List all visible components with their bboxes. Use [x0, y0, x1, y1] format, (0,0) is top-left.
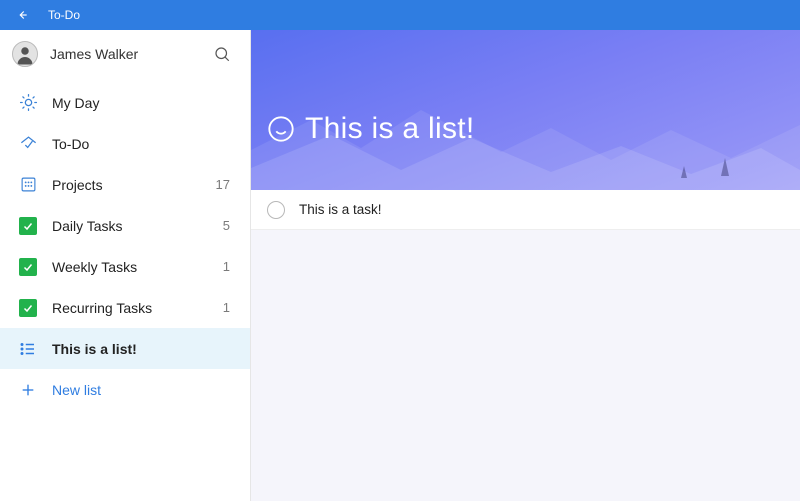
- sidebar-list: My Day To-Do Projects 17: [0, 78, 250, 410]
- sidebar-item-projects[interactable]: Projects 17: [0, 164, 250, 205]
- sidebar-item-count: 1: [223, 259, 232, 274]
- new-list-label: New list: [52, 382, 232, 398]
- check-icon: [18, 257, 38, 277]
- sidebar-item-count: 17: [216, 177, 232, 192]
- grid-icon: [18, 175, 38, 195]
- new-list-button[interactable]: New list: [0, 369, 250, 410]
- titlebar: To-Do: [0, 0, 800, 30]
- task-checkbox[interactable]: [267, 201, 285, 219]
- sidebar-item-recurring-tasks[interactable]: Recurring Tasks 1: [0, 287, 250, 328]
- sidebar-item-label: This is a list!: [52, 341, 230, 357]
- sidebar-item-count: 1: [223, 300, 232, 315]
- check-icon: [18, 216, 38, 236]
- sidebar-item-weekly-tasks[interactable]: Weekly Tasks 1: [0, 246, 250, 287]
- plus-icon: [18, 380, 38, 400]
- task-title: This is a task!: [299, 202, 382, 217]
- sidebar-item-count: 5: [223, 218, 232, 233]
- main-pane: This is a list! This is a task!: [251, 30, 800, 501]
- bulleted-list-icon: [18, 339, 38, 359]
- back-button[interactable]: [10, 8, 34, 22]
- arrow-left-icon: [15, 8, 29, 22]
- search-button[interactable]: [208, 40, 236, 68]
- check-icon: [18, 298, 38, 318]
- user-name: James Walker: [50, 46, 208, 62]
- task-row[interactable]: This is a task!: [251, 190, 800, 230]
- sidebar-item-to-do[interactable]: To-Do: [0, 123, 250, 164]
- smile-icon: [267, 115, 295, 143]
- sun-icon: [18, 93, 38, 113]
- tasks-list: This is a task!: [251, 190, 800, 230]
- list-header: This is a list!: [251, 30, 800, 190]
- sidebar-item-label: Recurring Tasks: [52, 300, 223, 316]
- user-row[interactable]: James Walker: [0, 30, 250, 78]
- sidebar: James Walker My Day To-Do: [0, 30, 251, 501]
- sidebar-item-label: Daily Tasks: [52, 218, 223, 234]
- search-icon: [213, 45, 231, 63]
- sidebar-item-label: Projects: [52, 177, 216, 193]
- home-check-icon: [18, 134, 38, 154]
- sidebar-item-label: To-Do: [52, 136, 230, 152]
- list-title: This is a list!: [305, 112, 475, 146]
- sidebar-item-daily-tasks[interactable]: Daily Tasks 5: [0, 205, 250, 246]
- sidebar-item-my-day[interactable]: My Day: [0, 82, 250, 123]
- sidebar-item-label: My Day: [52, 95, 230, 111]
- sidebar-item-label: Weekly Tasks: [52, 259, 223, 275]
- app-title: To-Do: [48, 8, 80, 22]
- avatar: [12, 41, 38, 67]
- sidebar-item-this-is-a-list[interactable]: This is a list!: [0, 328, 250, 369]
